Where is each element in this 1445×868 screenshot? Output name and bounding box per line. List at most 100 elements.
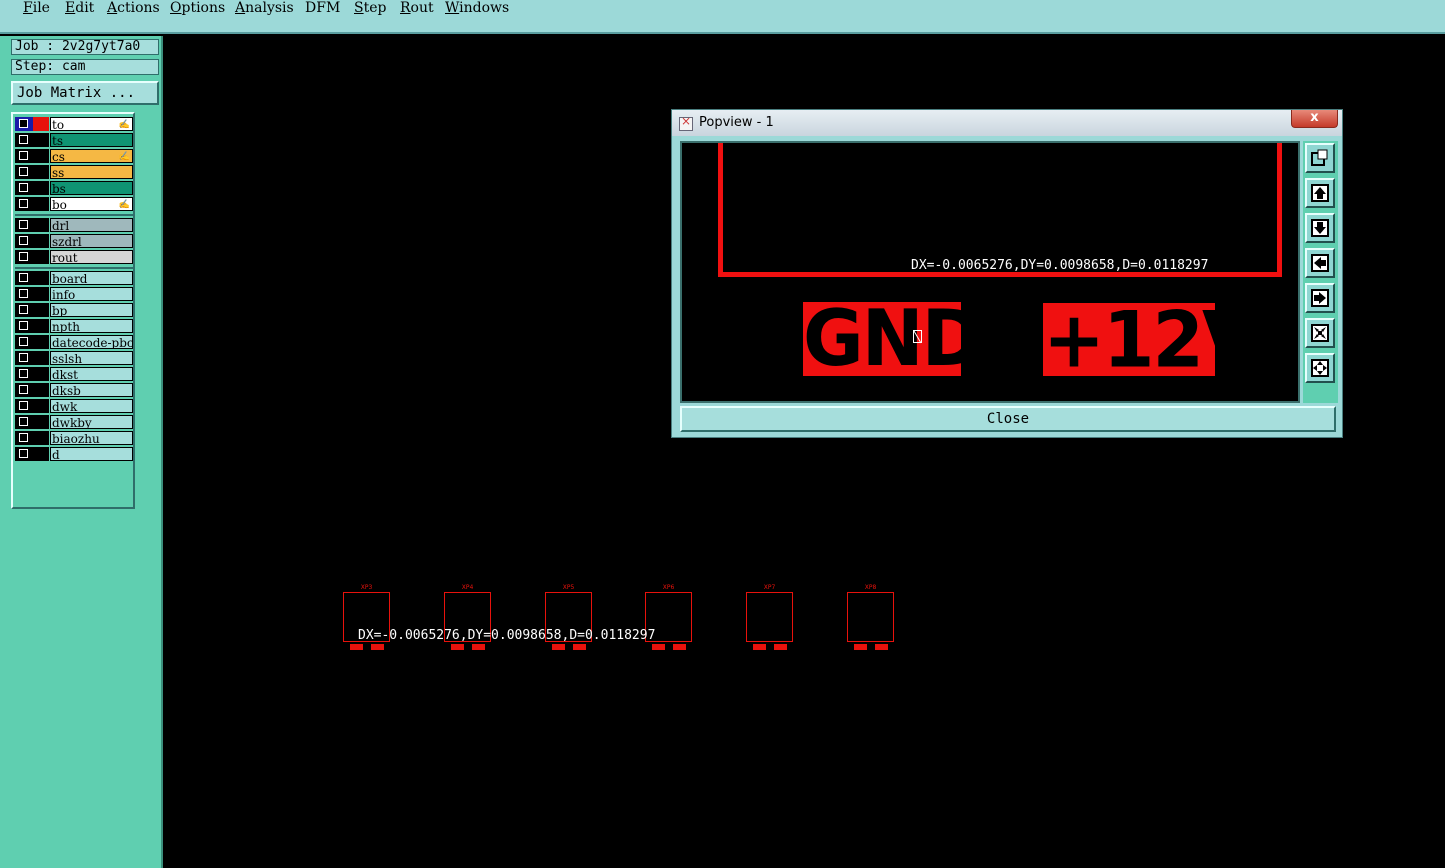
layer-checkbox[interactable] xyxy=(15,149,33,163)
job-matrix-button[interactable]: Job Matrix ... xyxy=(11,81,159,105)
menu-analysis[interactable]: Analysis xyxy=(235,0,294,16)
layer-checkbox[interactable] xyxy=(15,383,33,397)
layer-color-swatch[interactable] xyxy=(33,399,49,413)
layer-checkbox[interactable] xyxy=(15,319,33,333)
layer-row-ss[interactable]: ss xyxy=(15,165,133,179)
layer-name[interactable]: dkst xyxy=(50,367,133,381)
menu-windows[interactable]: Windows xyxy=(445,0,509,16)
layer-row-d[interactable]: d xyxy=(15,447,133,461)
layer-name[interactable]: biaozhu xyxy=(50,431,133,445)
layer-checkbox[interactable] xyxy=(15,197,33,211)
pan-left-icon[interactable] xyxy=(1305,248,1335,278)
layer-name[interactable]: sslsh xyxy=(50,351,133,365)
window-close-button[interactable]: x xyxy=(1291,110,1338,128)
layer-name[interactable]: dwkby xyxy=(50,415,133,429)
layer-checkbox[interactable] xyxy=(15,415,33,429)
pan-right-icon[interactable] xyxy=(1305,283,1335,313)
layer-row-bs[interactable]: bs xyxy=(15,181,133,195)
layer-name[interactable]: datecode-pbc xyxy=(50,335,133,349)
layer-color-swatch[interactable] xyxy=(33,447,49,461)
layer-name[interactable]: info xyxy=(50,287,133,301)
layer-checkbox[interactable] xyxy=(15,287,33,301)
layer-checkbox[interactable] xyxy=(15,271,33,285)
layer-row-cs[interactable]: cs ✍ xyxy=(15,149,133,163)
menu-edit[interactable]: Edit xyxy=(65,0,94,16)
layer-checkbox[interactable] xyxy=(15,181,33,195)
layer-color-swatch[interactable] xyxy=(33,149,49,163)
layer-row-to[interactable]: to ✍ xyxy=(15,117,133,131)
layer-row-rout[interactable]: rout xyxy=(15,250,133,264)
layer-name[interactable]: drl xyxy=(50,218,133,232)
layer-row-biaozhu[interactable]: biaozhu xyxy=(15,431,133,445)
layer-row-bp[interactable]: bp xyxy=(15,303,133,317)
layer-row-ts[interactable]: ts xyxy=(15,133,133,147)
layer-row-szdrl[interactable]: szdrl xyxy=(15,234,133,248)
layer-color-swatch[interactable] xyxy=(33,287,49,301)
layer-checkbox[interactable] xyxy=(15,234,33,248)
layer-checkbox[interactable] xyxy=(15,250,33,264)
menu-options[interactable]: Options xyxy=(170,0,225,16)
layer-checkbox[interactable] xyxy=(15,431,33,445)
layer-checkbox[interactable] xyxy=(15,335,33,349)
layer-name[interactable]: ts xyxy=(50,133,133,147)
menu-file[interactable]: File xyxy=(23,0,50,16)
layer-checkbox[interactable] xyxy=(15,165,33,179)
layer-color-swatch[interactable] xyxy=(33,165,49,179)
layer-name[interactable]: bo ✍ xyxy=(50,197,133,211)
layer-row-npth[interactable]: npth xyxy=(15,319,133,333)
popview-titlebar[interactable]: Popview - 1 xyxy=(672,110,1342,136)
layer-row-dksb[interactable]: dksb xyxy=(15,383,133,397)
layer-checkbox[interactable] xyxy=(15,133,33,147)
layer-name[interactable]: ss xyxy=(50,165,133,179)
menu-dfm[interactable]: DFM xyxy=(305,0,340,16)
layer-color-swatch[interactable] xyxy=(33,234,49,248)
pan-down-icon[interactable] xyxy=(1305,213,1335,243)
layer-name[interactable]: cs ✍ xyxy=(50,149,133,163)
layer-name[interactable]: bp xyxy=(50,303,133,317)
layer-name[interactable]: dwk xyxy=(50,399,133,413)
layer-row-drl[interactable]: drl xyxy=(15,218,133,232)
pan-up-icon[interactable] xyxy=(1305,178,1335,208)
layer-color-swatch[interactable] xyxy=(33,383,49,397)
layer-color-swatch[interactable] xyxy=(33,197,49,211)
menu-rout[interactable]: Rout xyxy=(400,0,434,16)
layer-name[interactable]: npth xyxy=(50,319,133,333)
layer-row-datecode-pbc[interactable]: datecode-pbc xyxy=(15,335,133,349)
layer-color-swatch[interactable] xyxy=(33,415,49,429)
layer-color-swatch[interactable] xyxy=(33,335,49,349)
layer-name[interactable]: board xyxy=(50,271,133,285)
popview-close-button[interactable]: Close xyxy=(680,406,1336,432)
layer-color-swatch[interactable] xyxy=(33,117,49,131)
layer-row-sslsh[interactable]: sslsh xyxy=(15,351,133,365)
layer-row-board[interactable]: board xyxy=(15,271,133,285)
layer-color-swatch[interactable] xyxy=(33,431,49,445)
layer-color-swatch[interactable] xyxy=(33,367,49,381)
layer-checkbox[interactable] xyxy=(15,367,33,381)
menu-step[interactable]: Step xyxy=(354,0,386,16)
layer-color-swatch[interactable] xyxy=(33,181,49,195)
layer-row-bo[interactable]: bo ✍ xyxy=(15,197,133,211)
layer-color-swatch[interactable] xyxy=(33,271,49,285)
zoom-fit-icon[interactable] xyxy=(1305,353,1335,383)
popview-canvas[interactable]: DX=-0.0065276,DY=0.0098658,D=0.0118297 G… xyxy=(680,141,1300,403)
layer-checkbox[interactable] xyxy=(15,447,33,461)
layer-color-swatch[interactable] xyxy=(33,319,49,333)
layer-color-swatch[interactable] xyxy=(33,218,49,232)
zoom-out-icon[interactable] xyxy=(1305,318,1335,348)
layer-row-dwk[interactable]: dwk xyxy=(15,399,133,413)
layer-name[interactable]: bs xyxy=(50,181,133,195)
layer-color-swatch[interactable] xyxy=(33,250,49,264)
layer-checkbox[interactable] xyxy=(15,303,33,317)
layer-name[interactable]: szdrl xyxy=(50,234,133,248)
layer-name[interactable]: d xyxy=(50,447,133,461)
menu-actions[interactable]: Actions xyxy=(107,0,160,16)
layer-checkbox[interactable] xyxy=(15,399,33,413)
layer-checkbox[interactable] xyxy=(15,351,33,365)
layer-color-swatch[interactable] xyxy=(33,303,49,317)
layer-row-dwkby[interactable]: dwkby xyxy=(15,415,133,429)
layer-name[interactable]: rout xyxy=(50,250,133,264)
layer-row-dkst[interactable]: dkst xyxy=(15,367,133,381)
zoom-window-icon[interactable] xyxy=(1305,143,1335,173)
layer-row-info[interactable]: info xyxy=(15,287,133,301)
layer-checkbox[interactable] xyxy=(15,218,33,232)
